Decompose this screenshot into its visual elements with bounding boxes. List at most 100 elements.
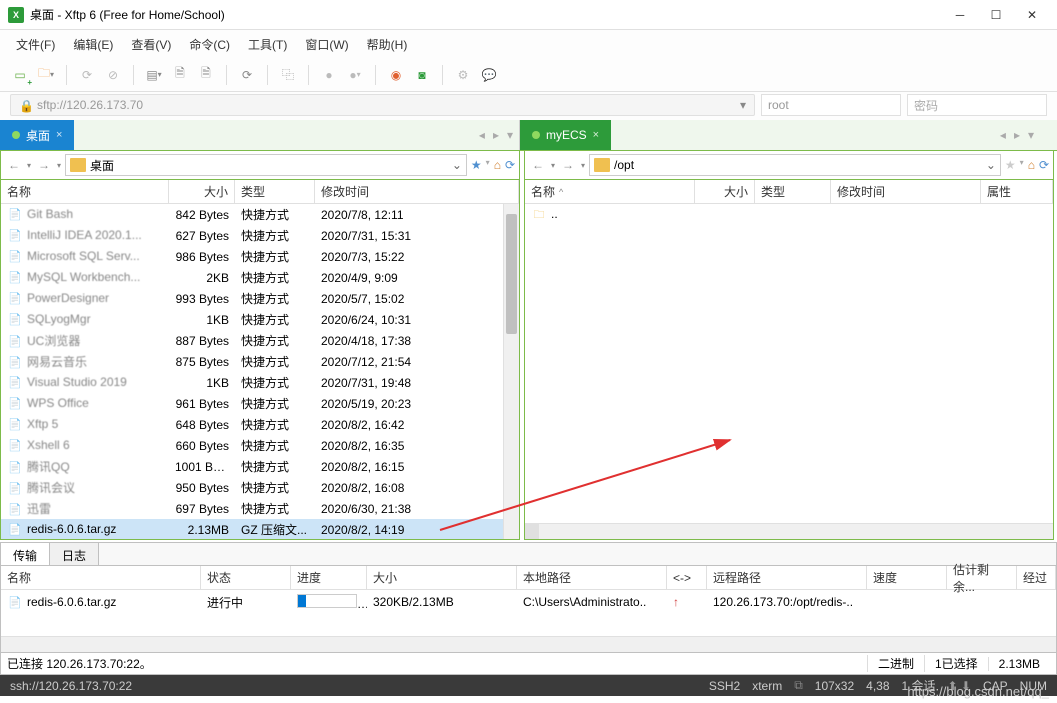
file-row[interactable]: 📄腾讯会议950 Bytes快捷方式2020/8/2, 16:08 [1,477,519,498]
tab-remote[interactable]: myECS × [520,120,611,150]
file-row[interactable]: 📄PowerDesigner993 Bytes快捷方式2020/5/7, 15:… [1,288,519,309]
open-folder-button[interactable]: 🗀 ▾ [36,65,56,85]
file-row[interactable]: 📄Xftp 5648 Bytes快捷方式2020/8/2, 16:42 [1,414,519,435]
nav-forward-button[interactable]: → [35,156,53,174]
file-row[interactable]: 📄WPS Office961 Bytes快捷方式2020/5/19, 20:23 [1,393,519,414]
disconnect-button[interactable]: ⊘ [103,65,123,85]
stop-button[interactable]: ● [319,65,339,85]
file-row[interactable]: 📄IntelliJ IDEA 2020.1...627 Bytes快捷方式202… [1,225,519,246]
file-icon: 📄 [7,292,23,306]
file-row[interactable]: 📄Microsoft SQL Serv...986 Bytes快捷方式2020/… [1,246,519,267]
file-row[interactable]: 📄redis-6.0.6.tar.gz2.13MBGZ 压缩文...2020/8… [1,519,519,539]
close-button[interactable]: ✕ [1025,8,1039,22]
col-size[interactable]: 大小 [169,180,235,203]
file-row[interactable]: 📄UC浏览器887 Bytes快捷方式2020/4/18, 17:38 [1,330,519,351]
tcol-status[interactable]: 状态 [201,566,291,589]
nav-back-button[interactable]: ← [529,156,547,174]
transfer-row[interactable]: 📄redis-6.0.6.tar.gz 进行中 14% 320KB/2.13MB… [1,590,1056,612]
tab-prev-icon[interactable]: ◂ [1000,128,1006,142]
file-row[interactable]: 🗀.. [525,204,1053,225]
tcol-speed[interactable]: 速度 [867,566,947,589]
tcol-progress[interactable]: 进度 [291,566,367,589]
tab-prev-icon[interactable]: ◂ [479,128,485,142]
tab-log[interactable]: 日志 [50,543,99,565]
menu-command[interactable]: 命令(C) [189,36,230,53]
local-file-list[interactable]: 📄Git Bash842 Bytes快捷方式2020/7/8, 12:11📄In… [1,204,519,539]
scrollbar-horizontal[interactable] [1,636,1056,652]
new-file-button[interactable]: 🗎 [170,65,190,85]
tab-local[interactable]: 桌面 × [0,120,74,150]
col-type[interactable]: 类型 [235,180,315,203]
maximize-button[interactable]: ☐ [989,8,1003,22]
address-dropdown-icon[interactable]: ▾ [740,98,746,112]
nav-forward-button[interactable]: → [559,156,577,174]
tcol-eta[interactable]: 估计剩余... [947,566,1017,589]
new-session-button[interactable]: ▭+ [10,65,30,85]
bookmark-icon[interactable]: ★ [471,158,482,172]
tcol-localpath[interactable]: 本地路径 [517,566,667,589]
tab-menu-icon[interactable]: ▾ [1028,128,1034,142]
col-modified[interactable]: 修改时间 [831,180,981,203]
file-row[interactable]: 📄腾讯QQ1001 Byt...快捷方式2020/8/2, 16:15 [1,456,519,477]
reload-icon[interactable]: ⟳ [505,158,515,172]
tcol-arrow[interactable]: <-> [667,566,707,589]
home-icon[interactable]: ⌂ [1028,158,1035,172]
bookmark-icon[interactable]: ★ [1005,158,1016,172]
password-field[interactable]: 密码 [907,94,1047,116]
menu-file[interactable]: 文件(F) [16,36,55,53]
address-bar[interactable]: 🔒 sftp://120.26.173.70 ▾ [10,94,755,116]
tcol-remotepath[interactable]: 远程路径 [707,566,867,589]
menu-edit[interactable]: 编辑(E) [73,36,113,53]
file-icon: 📄 [7,439,23,453]
col-type[interactable]: 类型 [755,180,831,203]
refresh-button[interactable]: ⟳ [237,65,257,85]
file-row[interactable]: 📄Xshell 6660 Bytes快捷方式2020/8/2, 16:35 [1,435,519,456]
col-name[interactable]: 名称 [1,180,169,203]
file-row[interactable]: 📄迅雷697 Bytes快捷方式2020/6/30, 21:38 [1,498,519,519]
view-list-button[interactable]: ▤ ▾ [144,65,164,85]
menu-tools[interactable]: 工具(T) [248,36,287,53]
settings-button[interactable]: ⚙ [453,65,473,85]
tab-next-icon[interactable]: ▸ [1014,128,1020,142]
col-modified[interactable]: 修改时间 [315,180,519,203]
xshell-button[interactable]: ◙ [412,65,432,85]
file-row[interactable]: 📄Git Bash842 Bytes快捷方式2020/7/8, 12:11 [1,204,519,225]
local-path-input[interactable]: 桌面 ⌄ [65,154,467,176]
sync-button[interactable]: ◉ [386,65,406,85]
tab-close-icon[interactable]: × [56,129,62,141]
reload-icon[interactable]: ⟳ [1039,158,1049,172]
tab-menu-icon[interactable]: ▾ [507,128,513,142]
minimize-button[interactable]: ─ [953,8,967,22]
chevron-down-icon[interactable]: ⌄ [452,158,462,172]
file-row[interactable]: 📄网易云音乐875 Bytes快捷方式2020/7/12, 21:54 [1,351,519,372]
nav-back-button[interactable]: ← [5,156,23,174]
tab-next-icon[interactable]: ▸ [493,128,499,142]
file-row[interactable]: 📄SQLyogMgr1KB快捷方式2020/6/24, 10:31 [1,309,519,330]
new-folder-button[interactable]: 🗎 [196,65,216,85]
username-field[interactable]: root [761,94,901,116]
col-size[interactable]: 大小 [695,180,755,203]
scrollbar-horizontal[interactable] [525,523,1053,539]
scrollbar-vertical[interactable] [503,204,519,539]
stop-all-button[interactable]: ● ▾ [345,65,365,85]
chat-button[interactable]: 💬 [479,65,499,85]
file-row[interactable]: 📄Visual Studio 20191KB快捷方式2020/7/31, 19:… [1,372,519,393]
remote-file-list[interactable]: 🗀.. [525,204,1053,523]
col-attr[interactable]: 属性 [981,180,1053,203]
chevron-down-icon[interactable]: ⌄ [986,158,996,172]
menu-view[interactable]: 查看(V) [131,36,171,53]
menu-window[interactable]: 窗口(W) [305,36,348,53]
remote-path-input[interactable]: /opt ⌄ [589,154,1001,176]
tcol-elapsed[interactable]: 经过 [1017,566,1056,589]
copy-button[interactable]: ⿻ [278,65,298,85]
col-name[interactable]: 名称 ^ [525,180,695,203]
tcol-size[interactable]: 大小 [367,566,517,589]
tcol-name[interactable]: 名称 [1,566,201,589]
address-text: sftp://120.26.173.70 [37,98,143,112]
home-icon[interactable]: ⌂ [494,158,501,172]
file-row[interactable]: 📄MySQL Workbench...2KB快捷方式2020/4/9, 9:09 [1,267,519,288]
menu-help[interactable]: 帮助(H) [367,36,408,53]
reconnect-button[interactable]: ⟳ [77,65,97,85]
tab-close-icon[interactable]: × [593,129,599,141]
tab-transfer[interactable]: 传输 [1,543,50,565]
